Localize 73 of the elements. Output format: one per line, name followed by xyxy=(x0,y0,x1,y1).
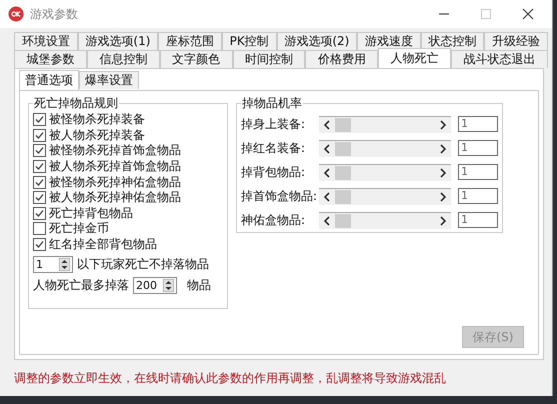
checkbox-label: 被怪物杀死掉首饰盒物品 xyxy=(49,142,181,160)
scroll-left-icon[interactable] xyxy=(323,216,331,226)
scrollbar-thumb[interactable] xyxy=(335,190,351,204)
spinner-arrows-icon[interactable] xyxy=(163,279,174,292)
scroll-left-icon[interactable] xyxy=(323,192,331,202)
tab[interactable]: 升级经验 xyxy=(484,32,548,50)
tab[interactable]: 人物死亡 xyxy=(378,48,452,68)
unit-label: 物品 xyxy=(187,277,211,294)
tab[interactable]: 信息控制 xyxy=(86,50,160,68)
tab[interactable]: 文字颜色 xyxy=(160,50,233,68)
tab[interactable]: 游戏选项(1) xyxy=(78,32,158,50)
tab[interactable]: 普通选项 xyxy=(19,70,79,90)
tab[interactable]: PK控制 xyxy=(222,32,277,50)
scroll-left-icon[interactable] xyxy=(323,168,331,178)
rate-label: 掉首饰盒物品: xyxy=(241,188,318,204)
checkbox[interactable] xyxy=(33,238,46,252)
rate-field[interactable]: 1 xyxy=(458,116,498,132)
tab[interactable]: 游戏速度 xyxy=(357,32,421,50)
rate-field[interactable]: 1 xyxy=(458,164,498,180)
checkbox-label: 红名掉全部背包物品 xyxy=(49,236,157,254)
spin-label: 人物死亡最多掉落 xyxy=(33,277,129,294)
scrollbar-thumb[interactable] xyxy=(335,118,351,132)
scrollbar-thumb[interactable] xyxy=(335,214,351,228)
group-title: 死亡掉物品规则 xyxy=(33,95,119,112)
tab[interactable]: 状态控制 xyxy=(420,32,484,50)
group-title: 掉物品机率 xyxy=(241,95,303,112)
checkbox-label: 死亡掉金币 xyxy=(49,220,109,238)
rate-label: 掉身上装备: xyxy=(241,116,306,132)
checkbox[interactable] xyxy=(33,144,46,158)
scrollbar-thumb[interactable] xyxy=(335,142,351,156)
tab[interactable]: 座标范围 xyxy=(158,32,222,50)
window-title: 游戏参数 xyxy=(30,6,78,22)
checkbox[interactable] xyxy=(33,191,46,204)
spin-label: 以下玩家死亡不掉落物品 xyxy=(77,256,209,274)
tab[interactable]: 城堡参数 xyxy=(14,50,87,68)
tab[interactable]: 时间控制 xyxy=(232,50,306,68)
checkbox[interactable] xyxy=(33,206,46,220)
rate-field[interactable]: 1 xyxy=(458,140,498,156)
scroll-right-icon[interactable] xyxy=(439,216,447,226)
checkbox-label: 死亡掉背包物品 xyxy=(49,204,133,222)
checkbox[interactable] xyxy=(33,113,46,126)
scroll-left-icon[interactable] xyxy=(323,144,331,154)
tab[interactable]: 游戏选项(2) xyxy=(276,32,358,50)
checkbox[interactable] xyxy=(33,160,46,174)
scroll-left-icon[interactable] xyxy=(323,120,331,130)
rate-label: 掉背包物品: xyxy=(241,164,306,180)
checkbox-label: 被人物杀死掉首饰盒物品 xyxy=(49,158,181,176)
checkbox-label: 被人物杀死掉神佑盒物品 xyxy=(49,189,181,206)
close-icon[interactable] xyxy=(522,8,534,20)
rate-field[interactable]: 1 xyxy=(458,188,498,204)
scroll-right-icon[interactable] xyxy=(439,144,447,154)
checkbox[interactable] xyxy=(33,222,46,236)
spinner-arrows-icon[interactable] xyxy=(59,258,70,272)
scroll-right-icon[interactable] xyxy=(439,168,447,178)
warning-text: 调整的参数立即生效，在线时请确认此参数的作用再调整，乱调整将导致游戏混乱 xyxy=(14,370,447,387)
spin-field[interactable]: 200 xyxy=(133,277,177,294)
spin-field[interactable]: 1 xyxy=(33,256,73,274)
tab[interactable]: 价格费用 xyxy=(305,50,378,68)
tab[interactable]: 战斗状态退出 xyxy=(451,50,548,68)
rate-field[interactable]: 1 xyxy=(458,212,498,228)
tab[interactable]: 爆率设置 xyxy=(79,71,139,89)
scroll-right-icon[interactable] xyxy=(439,192,447,202)
checkbox-label: 被人物杀死掉装备 xyxy=(49,126,145,144)
scroll-right-icon[interactable] xyxy=(439,120,447,130)
rate-label: 神佑盒物品: xyxy=(241,212,306,228)
rate-label: 掉红名装备: xyxy=(241,140,306,156)
tab[interactable]: 环境设置 xyxy=(14,32,78,50)
checkbox[interactable] xyxy=(33,176,46,189)
checkbox-label: 被怪物杀死掉装备 xyxy=(49,111,145,128)
checkbox[interactable] xyxy=(33,128,46,142)
scrollbar-thumb[interactable] xyxy=(335,166,351,180)
app-logo-icon xyxy=(8,6,24,22)
checkbox-label: 被怪物杀死掉神佑盒物品 xyxy=(49,174,181,191)
